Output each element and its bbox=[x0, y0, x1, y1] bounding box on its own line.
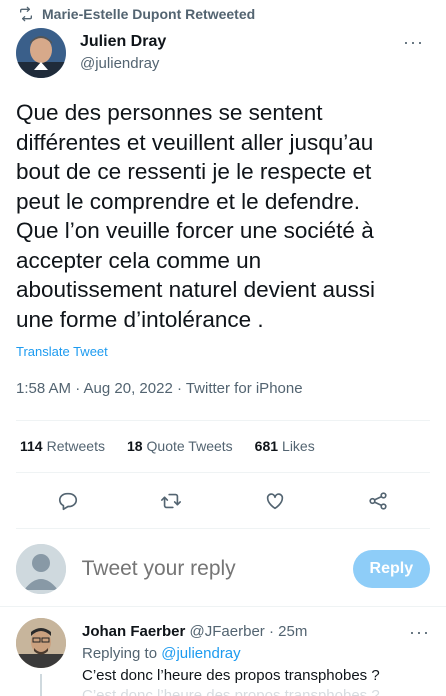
author-handle[interactable]: @juliendray bbox=[80, 54, 166, 74]
more-icon[interactable]: ··· bbox=[409, 622, 430, 643]
replying-to: Replying to @juliendray bbox=[82, 645, 241, 662]
divider bbox=[16, 420, 430, 421]
tweet-author: Julien Dray @juliendray ··· bbox=[16, 28, 430, 78]
tweet-actions bbox=[16, 486, 430, 516]
reply-composer: Reply bbox=[16, 540, 430, 598]
reply-text-faded: C’est donc l’heure des propos transphobe… bbox=[82, 687, 380, 696]
retweet-icon bbox=[20, 6, 32, 22]
avatar[interactable] bbox=[16, 28, 66, 78]
avatar bbox=[16, 544, 66, 594]
author-display-name[interactable]: Julien Dray bbox=[80, 32, 166, 52]
avatar[interactable] bbox=[16, 618, 66, 668]
reply-author-handle[interactable]: @JFaerber bbox=[190, 623, 265, 640]
reply-text: C’est donc l’heure des propos transphobe… bbox=[82, 667, 380, 684]
retweet-context-label: Marie-Estelle Dupont Retweeted bbox=[42, 6, 256, 22]
tweet-timestamp[interactable]: 1:58 AM · Aug 20, 2022 · Twitter for iPh… bbox=[16, 380, 303, 397]
reply-author-name[interactable]: Johan Faerber bbox=[82, 623, 185, 640]
more-icon[interactable]: ··· bbox=[403, 32, 424, 53]
reply-time[interactable]: · 25m bbox=[269, 623, 307, 640]
translate-tweet-link[interactable]: Translate Tweet bbox=[16, 344, 108, 359]
retweet-icon[interactable] bbox=[156, 486, 186, 516]
thread-line bbox=[40, 674, 42, 696]
reply-button[interactable]: Reply bbox=[352, 550, 430, 588]
reply-input[interactable] bbox=[81, 557, 353, 581]
divider bbox=[16, 472, 430, 473]
divider bbox=[16, 528, 430, 529]
tweet-stats: 114 Retweets 18 Quote Tweets 681 Likes bbox=[20, 438, 315, 454]
reply-icon[interactable] bbox=[53, 486, 83, 516]
share-icon[interactable] bbox=[363, 486, 393, 516]
like-icon[interactable] bbox=[260, 486, 290, 516]
retweet-context[interactable]: Marie-Estelle Dupont Retweeted bbox=[18, 6, 255, 22]
quote-tweets-stat[interactable]: 18 Quote Tweets bbox=[127, 438, 233, 454]
retweets-stat[interactable]: 114 Retweets bbox=[20, 438, 105, 454]
tweet-text: Que des personnes se sentent différentes… bbox=[16, 100, 375, 332]
replying-to-handle[interactable]: @juliendray bbox=[161, 645, 240, 662]
divider bbox=[0, 606, 446, 607]
likes-stat[interactable]: 681 Likes bbox=[255, 438, 315, 454]
